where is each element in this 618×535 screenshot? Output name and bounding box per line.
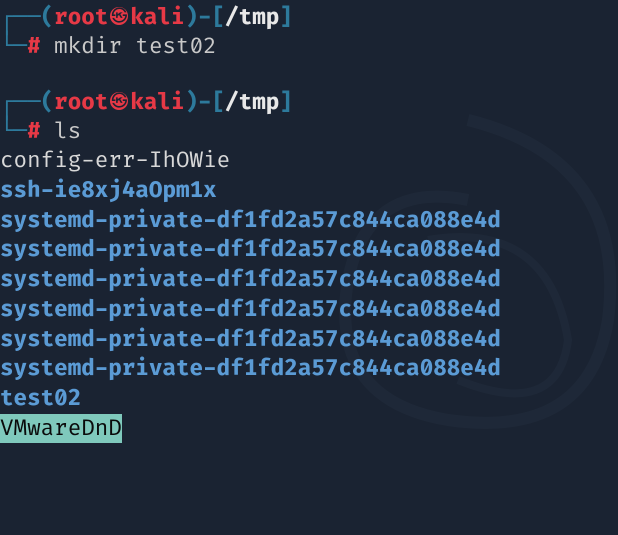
prompt-1-line-2: └─# mkdir test02 <box>0 33 618 62</box>
prompt-path: /tmp <box>225 89 279 116</box>
terminal-content[interactable]: ┌──(rootkali)-[/tmp] └─# mkdir test02 ┌─… <box>0 4 618 443</box>
prompt-host: kali <box>130 4 184 31</box>
box-drawing: ┌── <box>0 89 41 116</box>
dash: - <box>198 89 212 116</box>
ls-output-dir: systemd-private-df1fd2a57c844ca088e4d <box>0 295 618 325</box>
paren-open: ( <box>41 89 55 116</box>
prompt-user: root <box>54 89 108 116</box>
dash: - <box>198 4 212 31</box>
ls-output-dir: systemd-private-df1fd2a57c844ca088e4d <box>0 354 618 384</box>
box-drawing: └─ <box>0 33 27 60</box>
ls-output-dir: systemd-private-df1fd2a57c844ca088e4d <box>0 206 618 236</box>
paren-open: ( <box>41 4 55 31</box>
box-drawing: └─ <box>0 118 27 145</box>
ls-output-dir: systemd-private-df1fd2a57c844ca088e4d <box>0 235 618 265</box>
ls-output-file: config-err-IhOWie <box>0 146 618 176</box>
prompt-user: root <box>54 4 108 31</box>
skull-icon <box>110 7 128 25</box>
box-drawing: ┌── <box>0 4 41 31</box>
ls-output-dir: systemd-private-df1fd2a57c844ca088e4d <box>0 265 618 295</box>
command-mkdir: mkdir <box>54 33 122 60</box>
prompt-2-line-2: └─# ls <box>0 118 618 147</box>
prompt-2-line-1: ┌──(root kali)-[/tmp] <box>0 89 618 118</box>
command-ls: ls <box>54 118 81 145</box>
paren-close: ) <box>184 4 198 31</box>
blank-line <box>0 61 618 89</box>
prompt-path: /tmp <box>225 4 279 31</box>
skull-icon <box>110 92 128 110</box>
ls-output-dir: systemd-private-df1fd2a57c844ca088e4d <box>0 325 618 355</box>
ls-output-dir: ssh-ie8xj4aOpm1x <box>0 176 618 206</box>
ls-output-sticky: VMwareDnD <box>0 414 618 444</box>
bracket-close: ] <box>279 89 293 116</box>
bracket-open: [ <box>212 4 226 31</box>
bracket-close: ] <box>279 4 293 31</box>
bracket-open: [ <box>212 89 226 116</box>
prompt-hash: # <box>27 118 41 145</box>
ls-output-dir: test02 <box>0 384 618 414</box>
prompt-host: kali <box>130 89 184 116</box>
prompt-hash: # <box>27 33 41 60</box>
command-arg: test02 <box>135 33 216 60</box>
prompt-1-line-1: ┌──(root kali)-[/tmp] <box>0 4 618 33</box>
paren-close: ) <box>184 89 198 116</box>
